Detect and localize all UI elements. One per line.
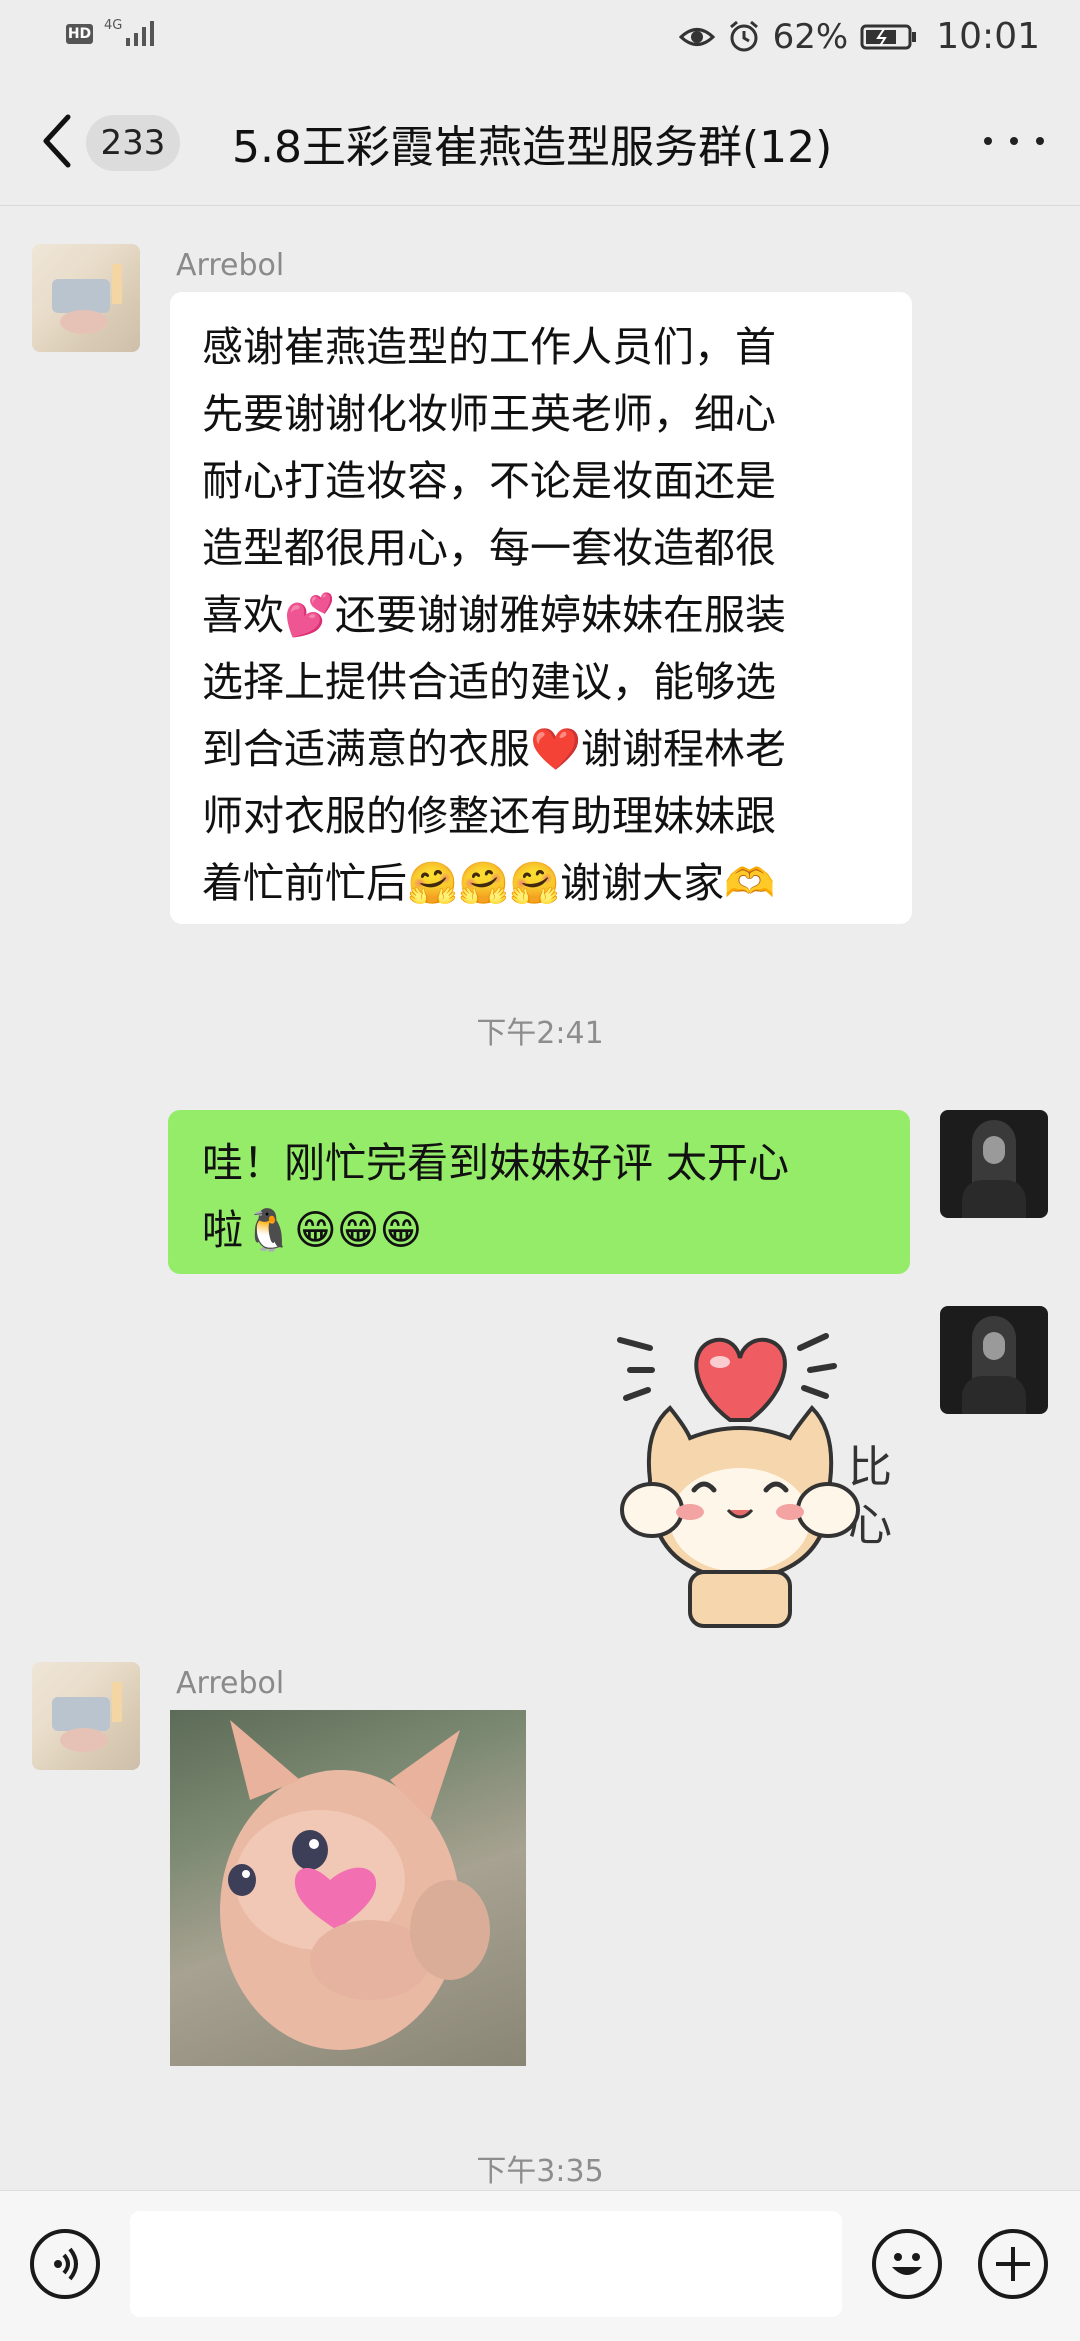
avatar-arrebol[interactable] <box>32 1662 140 1770</box>
message-line: 先要谢谢化妆师王英老师，细心 <box>202 390 776 438</box>
message-line: 着忙前忙后🤗🤗🤗谢谢大家🫶 <box>202 859 776 907</box>
clock: 10:01 <box>936 16 1040 57</box>
emoji-icon[interactable] <box>872 2229 942 2299</box>
unread-count-badge[interactable]: 233 <box>86 115 180 171</box>
network-type: 4G <box>104 18 123 33</box>
message-line: 啦🐧😁😁😁 <box>202 1206 423 1254</box>
plush-toy-image <box>220 1720 490 2050</box>
more-options-icon[interactable] <box>984 121 1044 161</box>
avatar-self[interactable] <box>940 1110 1048 1218</box>
sticker-caption-1: 比 <box>848 1442 892 1493</box>
image-message[interactable] <box>170 1710 526 2066</box>
sender-name: Arrebol <box>176 1666 285 1701</box>
message-line: 师对衣服的修整还有助理妹妹跟 <box>202 792 776 840</box>
message-line: 哇！刚忙完看到妹妹好评 太开心 <box>202 1139 790 1187</box>
sticker-dog-heart[interactable]: 比 心 <box>590 1310 920 1630</box>
chat-title: 5.8王彩霞崔燕造型服务群(12) <box>232 122 833 173</box>
message-line: 感谢崔燕造型的工作人员们，首 <box>202 323 776 371</box>
sticker-caption-2: 心 <box>848 1500 892 1551</box>
input-bar <box>0 2190 1080 2341</box>
message-line: 选择上提供合适的建议，能够选 <box>202 658 776 706</box>
signal-icon <box>126 21 154 46</box>
voice-icon[interactable] <box>30 2229 100 2299</box>
timestamp: 下午3:35 <box>476 2154 604 2189</box>
status-bar: HD 4G 62% 10:01 <box>0 0 1080 75</box>
battery-icon <box>860 24 917 49</box>
message-line: 喜欢💕还要谢谢雅婷妹妹在服装 <box>202 591 787 639</box>
timestamp: 下午2:41 <box>476 1016 604 1051</box>
plus-icon[interactable] <box>978 2229 1048 2299</box>
battery-percent: 62% <box>772 16 849 57</box>
message-line: 到合适满意的衣服❤️谢谢程林老 <box>202 725 787 773</box>
message-line: 耐心打造妆容，不论是妆面还是 <box>202 457 776 505</box>
message-line: 造型都很用心，每一套妆造都很 <box>202 524 776 572</box>
avatar-arrebol[interactable] <box>32 244 140 352</box>
avatar-self[interactable] <box>940 1306 1048 1414</box>
sender-name: Arrebol <box>176 248 285 283</box>
message-bubble[interactable]: 感谢崔燕造型的工作人员们，首 先要谢谢化妆师王英老师，细心 耐心打造妆容，不论是… <box>170 292 912 924</box>
back-arrow-icon[interactable] <box>38 111 78 171</box>
chat-header: 233 5.8王彩霞崔燕造型服务群(12) <box>0 75 1080 206</box>
message-input[interactable] <box>130 2211 842 2317</box>
eye-icon <box>678 27 715 46</box>
message-bubble-self[interactable]: 哇！刚忙完看到妹妹好评 太开心 啦🐧😁😁😁 <box>168 1110 910 1274</box>
hd-indicator: HD <box>66 24 93 44</box>
alarm-icon <box>729 20 758 51</box>
